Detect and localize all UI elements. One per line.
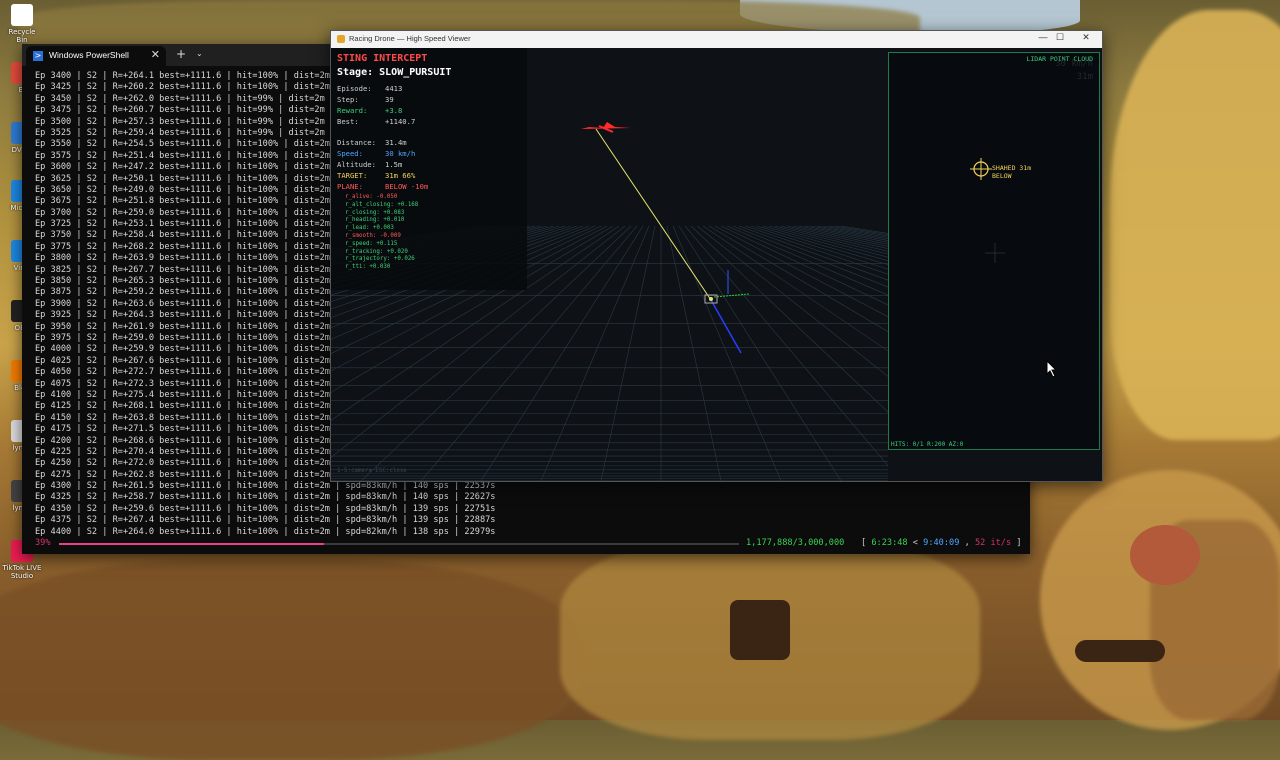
wallpaper-cave — [1075, 640, 1165, 662]
progress-bar — [59, 543, 739, 545]
elapsed-time: 6:23:48 — [871, 538, 908, 548]
powershell-tab[interactable]: > Windows PowerShell ✕ — [26, 46, 166, 66]
progress-count: 1,177,888/3,000,000 — [746, 538, 845, 548]
progress-percent: 39% — [35, 538, 51, 548]
desktop-icon-label: TikTok LIVE Studio — [2, 564, 42, 580]
hud-stat: Best: +1140.7 — [337, 117, 416, 126]
terminal-line: Ep 4325 | S2 | R=+258.7 best=+1111.6 | h… — [35, 492, 496, 503]
iteration-rate: 52 it/s — [974, 538, 1012, 548]
terminal-line: Ep 4300 | S2 | R=+261.5 best=+1111.6 | h… — [35, 481, 496, 492]
app-icon — [337, 35, 345, 43]
target-line — [595, 128, 712, 301]
desktop-app-icon — [11, 4, 33, 26]
reward-term: r_tti: +0.030 — [345, 264, 391, 271]
drone-viewer-window[interactable]: Racing Drone — High Speed Viewer — ☐ ✕ S… — [330, 30, 1103, 482]
hud-stat: Step: 39 — [337, 95, 394, 104]
lidar-stats: HITS: 0/1 R:200 AZ:0 — [891, 441, 964, 448]
powershell-icon: > — [33, 51, 43, 61]
reward-term: r_alt_closing: +0.168 — [345, 201, 419, 208]
training-progress: 39% 1,177,888/3,000,000 [ 6:23:48 < 9:40… — [35, 538, 1030, 550]
lidar-ghost-distance: 31m — [1076, 72, 1093, 82]
hud-heading: STING INTERCEPT — [337, 53, 428, 64]
hud-stat: Altitude: 1.5m — [337, 160, 403, 169]
wallpaper-ornament — [1130, 525, 1200, 585]
terminal-line: Ep 4400 | S2 | R=+264.0 best=+1111.6 | h… — [35, 526, 496, 537]
wallpaper-cave — [730, 600, 790, 660]
reward-term: r_trajectory: +0.026 — [345, 256, 415, 263]
hud-stat: TARGET: 31m 66% — [337, 171, 416, 180]
new-tab-button[interactable]: + — [176, 47, 186, 61]
tab-title: Windows PowerShell — [49, 50, 129, 60]
wallpaper-rock — [0, 560, 580, 760]
hud-stat: PLANE: BELOW -10m — [337, 182, 429, 191]
reward-term: r_lead: +0.003 — [345, 225, 394, 232]
key-hints: 1-5:camera ESC:close — [337, 468, 407, 474]
tab-close-icon[interactable]: ✕ — [151, 48, 160, 61]
close-button[interactable]: ✕ — [1076, 32, 1096, 43]
progress-bar-fill — [59, 543, 325, 545]
reward-term: r_tracking: +0.020 — [345, 248, 408, 255]
reward-term: r_speed: +0.115 — [345, 240, 398, 247]
lidar-center-marker — [985, 243, 1005, 263]
mouse-cursor-icon — [1046, 360, 1058, 378]
reward-term: r_smooth: -0.009 — [345, 233, 401, 239]
drone — [704, 270, 750, 354]
reward-term: r_closing: +0.083 — [345, 209, 405, 216]
reward-term: r_alive: -0.050 — [345, 194, 398, 200]
hud-stat: Episode: 4413 — [337, 84, 403, 93]
target-plane — [581, 122, 631, 133]
hud-panel: STING INTERCEPT Stage: SLOW_PURSUIT Epis… — [331, 48, 527, 290]
window-title: Racing Drone — High Speed Viewer — [349, 34, 471, 43]
terminal-line: Ep 4375 | S2 | R=+267.4 best=+1111.6 | h… — [35, 515, 496, 526]
desktop-icon[interactable]: Recycle Bin — [2, 4, 42, 44]
reward-term: r_heading: +0.010 — [345, 217, 405, 224]
tab-dropdown-icon[interactable]: ⌄ — [196, 49, 203, 58]
hud-stage: Stage: SLOW_PURSUIT — [337, 67, 452, 78]
hud-stat: Distance: 31.4m — [337, 138, 407, 147]
maximize-button[interactable]: ☐ — [1050, 32, 1070, 43]
desktop-icon-label: Recycle Bin — [8, 28, 36, 44]
crosshair-icon — [970, 158, 992, 180]
hud-stat: Speed: 30 km/h — [337, 149, 416, 158]
hud-stat: Reward: +3.8 — [337, 106, 403, 115]
lidar-ghost-speed: 30 km/h — [1055, 59, 1093, 69]
terminal-line: Ep 4350 | S2 | R=+259.6 best=+1111.6 | h… — [35, 503, 496, 514]
lidar-target-label: SHAHED 31m BELOW — [992, 164, 1032, 180]
remaining-time: 9:40:09 — [923, 538, 960, 548]
wallpaper-rock — [1110, 10, 1280, 440]
progress-timing: [ 6:23:48 < 9:40:09 , 52 it/s ] — [861, 538, 1022, 548]
viewer-title-bar[interactable]: Racing Drone — High Speed Viewer — ☐ ✕ — [331, 31, 1102, 48]
lidar-panel: LIDAR POINT CLOUD 30 km/h 31m SHAHED 31m… — [888, 52, 1100, 450]
